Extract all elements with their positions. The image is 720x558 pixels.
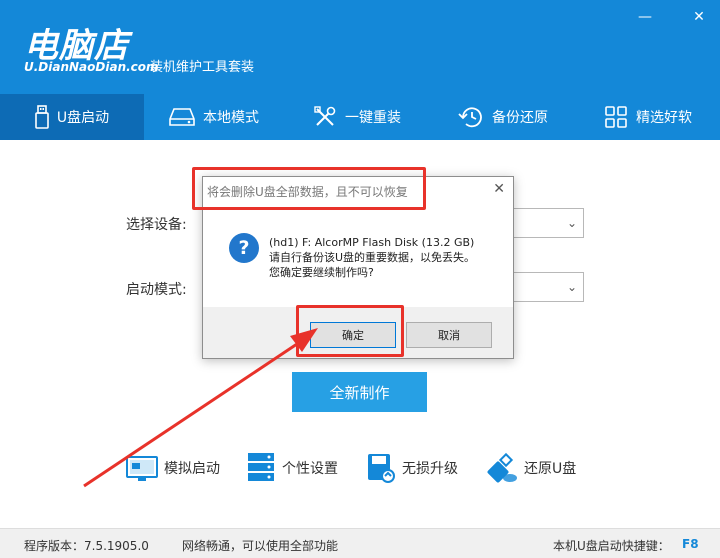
tab-label: U盘启动: [56, 110, 110, 126]
restore-icon: [458, 107, 482, 128]
monitor-icon: [126, 456, 158, 481]
tab-one-click-reinstall[interactable]: 一键重装: [284, 94, 430, 140]
tab-label: 精选好软: [636, 110, 692, 126]
lossless-upgrade-button[interactable]: 无损升级: [366, 450, 458, 486]
chevron-down-icon: ⌄: [566, 280, 577, 294]
boot-mode-label: 启动模式:: [126, 282, 187, 298]
hotkey-value: F8: [682, 537, 699, 551]
app-header: 电脑店 U.DianNaoDian.com 装机维护工具套装 — ✕: [0, 0, 720, 94]
network-status: 网络畅通，可以使用全部功能: [182, 539, 339, 553]
server-icon: [248, 453, 274, 481]
tool-label: 无损升级: [402, 461, 458, 477]
restore-usb-button[interactable]: 还原U盘: [486, 450, 576, 486]
tool-bar: 模拟启动 个性设置 无损升级 还原U盘: [0, 450, 720, 490]
app-tagline: 装机维护工具套装: [150, 60, 255, 75]
tab-selected-software[interactable]: 精选好软: [576, 94, 720, 140]
ok-highlight-box: [296, 305, 404, 357]
dialog-message: (hd1) F: AlcorMP Flash Disk (13.2 GB) 请自…: [269, 235, 475, 280]
minimize-button[interactable]: —: [636, 8, 654, 26]
message-confirm: 您确定要继续制作吗?: [269, 266, 374, 279]
usb-icon: [35, 105, 49, 129]
grid-icon: [605, 106, 627, 128]
tab-label: 一键重装: [345, 110, 401, 126]
close-icon[interactable]: ✕: [493, 181, 505, 197]
tool-label: 还原U盘: [524, 461, 577, 477]
usb-restore-icon: [487, 452, 517, 483]
message-backup: 请自行备份该U盘的重要数据，以免丢失。: [269, 251, 476, 264]
program-version: 程序版本：7.5.1905.0: [24, 539, 149, 553]
cancel-button[interactable]: 取消: [406, 322, 492, 348]
device-select[interactable]: ⌄: [510, 208, 584, 238]
tab-label: 本地模式: [203, 110, 259, 126]
question-icon: ?: [229, 233, 259, 263]
tool-label: 模拟启动: [164, 461, 220, 477]
tab-usb-boot[interactable]: U盘启动: [0, 94, 144, 140]
chevron-down-icon: ⌄: [566, 216, 577, 230]
close-window-button[interactable]: ✕: [690, 8, 708, 26]
tool-label: 个性设置: [282, 461, 338, 477]
hard-disk-icon: [169, 108, 195, 126]
tools-icon: [314, 106, 336, 126]
logo-url: U.DianNaoDian.com: [24, 60, 159, 74]
main-nav: U盘启动 本地模式 一键重装 备份还原 精选好软: [0, 94, 720, 140]
save-upgrade-icon: [368, 454, 395, 483]
tab-local-mode[interactable]: 本地模式: [144, 94, 284, 140]
hotkey-label: 本机U盘启动快捷键：: [553, 539, 670, 553]
personal-settings-button[interactable]: 个性设置: [246, 450, 338, 486]
message-device: (hd1) F: AlcorMP Flash Disk (13.2 GB): [269, 236, 475, 249]
simulate-boot-button[interactable]: 模拟启动: [126, 450, 220, 486]
tab-label: 备份还原: [492, 110, 548, 126]
title-highlight-box: [192, 167, 426, 210]
status-bar: 程序版本：7.5.1905.0 网络畅通，可以使用全部功能 本机U盘启动快捷键：…: [0, 528, 720, 558]
tab-backup-restore[interactable]: 备份还原: [430, 94, 576, 140]
dialog-body: ? (hd1) F: AlcorMP Flash Disk (13.2 GB) …: [203, 205, 513, 307]
boot-mode-select[interactable]: ⌄: [510, 272, 584, 302]
new-make-button[interactable]: 全新制作: [292, 372, 427, 412]
device-label: 选择设备:: [126, 217, 187, 233]
